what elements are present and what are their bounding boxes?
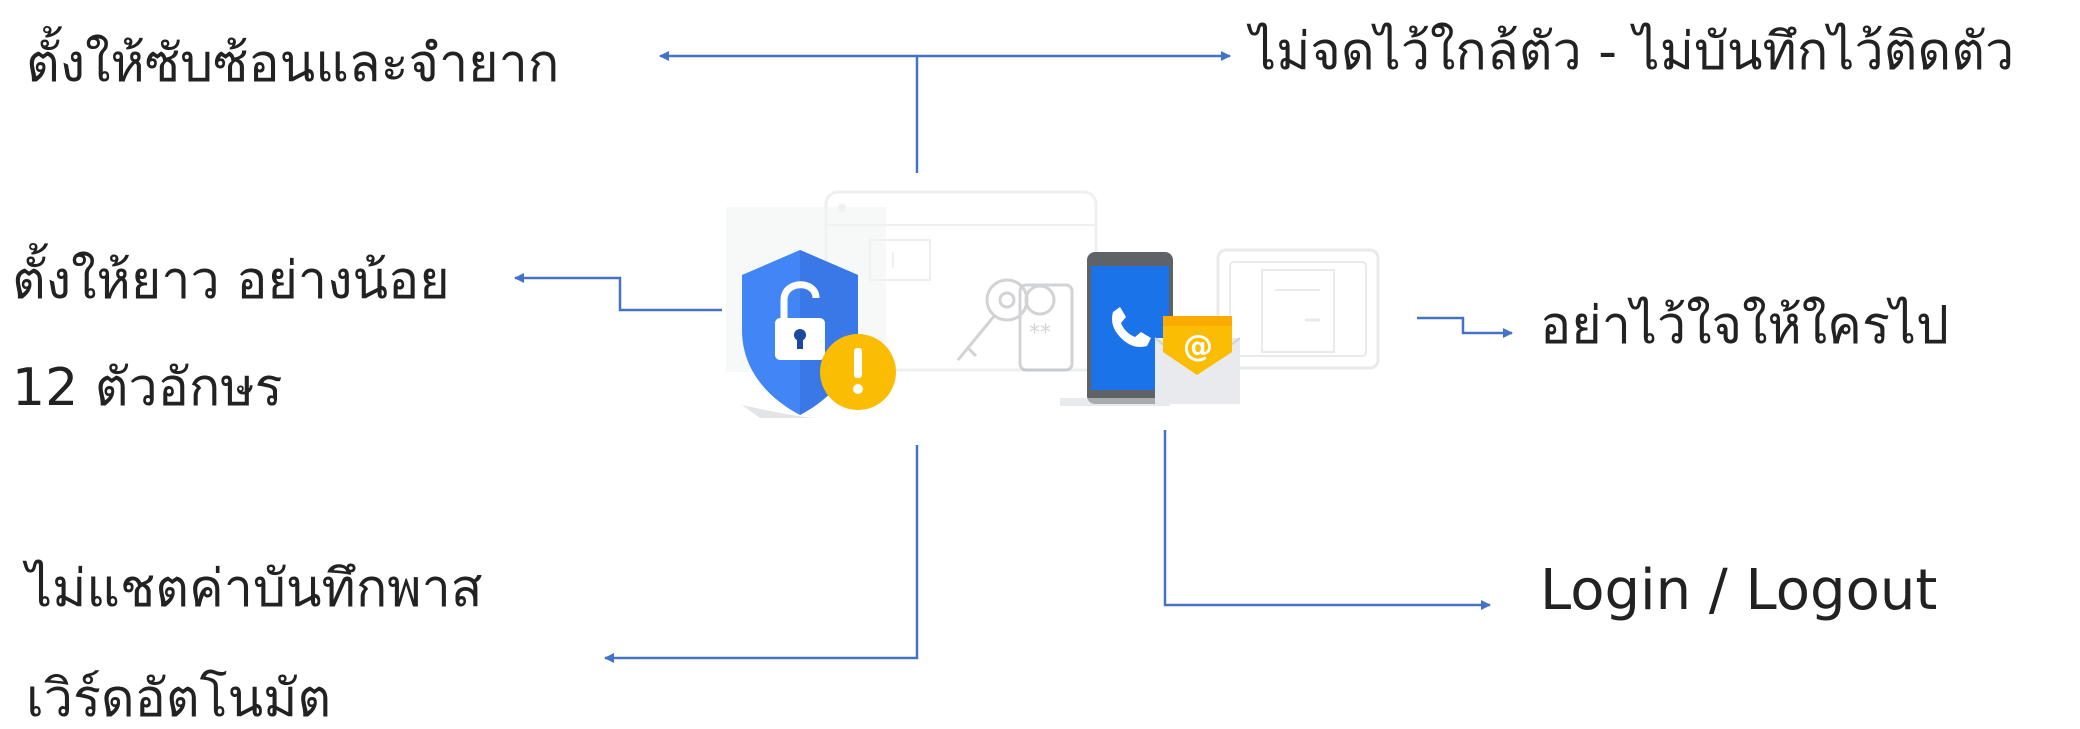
warning-icon: [820, 334, 896, 410]
svg-text:**: **: [1029, 321, 1051, 346]
label-top-left: ตั้งให้ซับซ้อนและจำยาก: [26, 34, 560, 94]
label-mid-right: อย่าไว้ใจให้ใครไป: [1540, 296, 1950, 356]
label-mid-left-2: 12 ตัวอักษร: [12, 358, 283, 418]
svg-text:@: @: [1183, 329, 1213, 364]
label-mid-left-1: ตั้งให้ยาว อย่างน้อย: [12, 251, 450, 311]
label-bottom-left-1: ไม่แชตค่าบันทึกพาส: [26, 559, 483, 619]
document-window-icon: [1216, 248, 1380, 370]
label-bottom-right: Login / Logout: [1540, 558, 1938, 623]
label-bottom-left-2: เวิร์ดอัตโนมัต: [26, 669, 332, 729]
label-top-right: ไม่จดไว้ใกล้ตัว - ไม่บันทึกไว้ติดตัว: [1250, 22, 2015, 82]
email-icon: @: [1154, 316, 1241, 404]
